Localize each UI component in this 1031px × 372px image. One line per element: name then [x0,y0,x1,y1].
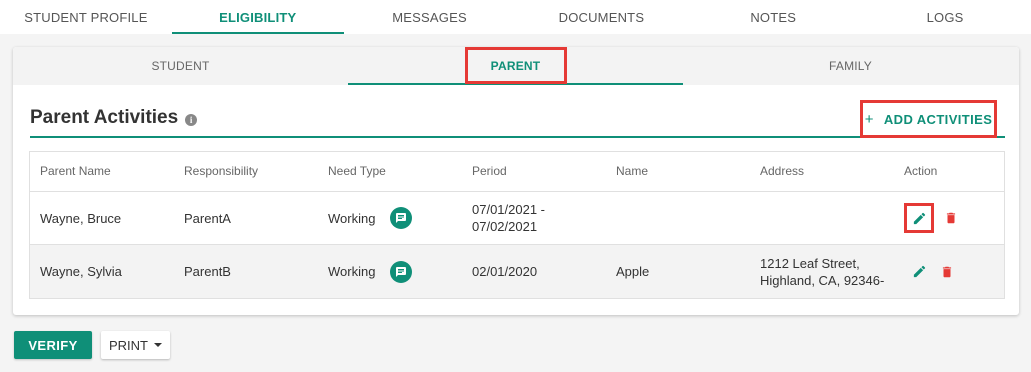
caret-down-icon [154,343,162,347]
table-row: Wayne, Bruce ParentA Working 07/01/2021 … [30,192,1004,245]
parent-activities-table: Parent Name Responsibility Need Type Per… [29,151,1005,299]
period-cell: 02/01/2020 [472,264,538,279]
col-responsibility[interactable]: Responsibility [184,163,258,180]
verify-button[interactable]: VERIFY [14,331,92,359]
address-cell: 1212 Leaf Street, Highland, CA, 92346- [760,255,884,289]
col-need-type[interactable]: Need Type [328,163,386,180]
section-title-text: Parent Activities [30,107,179,128]
address-line-1: 1212 Leaf Street, [760,255,860,271]
responsibility-cell: ParentB [184,264,231,279]
period-line-1: 07/01/2021 - [472,202,546,217]
col-action: Action [904,164,938,178]
add-activities-button[interactable]: + ADD ACTIVITIES [860,100,997,138]
trash-icon[interactable] [936,261,958,283]
subtab-family[interactable]: FAMILY [683,47,1018,85]
trash-icon[interactable] [940,207,962,229]
tab-student-profile[interactable]: STUDENT PROFILE [0,0,172,34]
name-cell: Apple [616,264,650,279]
top-tabs: STUDENT PROFILE ELIGIBILITY MESSAGES DOC… [0,0,1031,34]
plus-icon: + [864,110,874,128]
action-cell [904,261,958,283]
pencil-icon[interactable] [904,203,934,233]
subtab-student[interactable]: STUDENT [13,47,348,85]
eligibility-card: STUDENT PARENT FAMILY Parent Activities … [13,47,1019,315]
info-icon[interactable]: i [185,114,198,126]
tab-logs[interactable]: LOGS [859,0,1031,34]
title-divider [30,136,1005,138]
subtab-parent[interactable]: PARENT [348,47,683,85]
table-row: Wayne, Sylvia ParentB Working 02/01/2020… [30,245,1004,298]
period-cell: 07/01/2021 - 07/02/2021 [472,201,545,235]
col-name[interactable]: Name [616,163,648,180]
tab-notes[interactable]: NOTES [687,0,859,34]
tab-messages[interactable]: MESSAGES [344,0,516,34]
need-type-cell: Working [328,260,413,283]
table-header: Parent Name Responsibility Need Type Per… [30,152,1004,192]
need-type-cell: Working [328,207,413,229]
print-label: PRINT [109,337,148,353]
address-line-2: Highland, CA, 92346- [760,272,885,288]
tab-documents[interactable]: DOCUMENTS [515,0,687,34]
tab-eligibility[interactable]: ELIGIBILITY [171,0,344,34]
print-button[interactable]: PRINT [101,331,170,359]
action-cell [904,203,962,233]
col-address[interactable]: Address [760,163,804,180]
period-line-2: 07/02/2021 [472,219,538,234]
col-parent-name[interactable]: Parent Name [40,163,111,180]
add-activities-label: ADD ACTIVITIES [883,111,993,127]
responsibility-cell: ParentA [184,210,231,226]
pencil-icon[interactable] [908,261,930,283]
need-type-text: Working [328,210,376,226]
sub-tabs: STUDENT PARENT FAMILY [13,47,1019,85]
chat-icon[interactable] [390,207,413,229]
section-title: Parent Activities i [30,107,198,129]
parent-name-cell: Wayne, Bruce [40,210,122,226]
parent-name-cell: Wayne, Sylvia [40,264,122,279]
chat-icon[interactable] [390,260,413,283]
need-type-text: Working [328,264,376,279]
col-period[interactable]: Period [472,163,507,180]
